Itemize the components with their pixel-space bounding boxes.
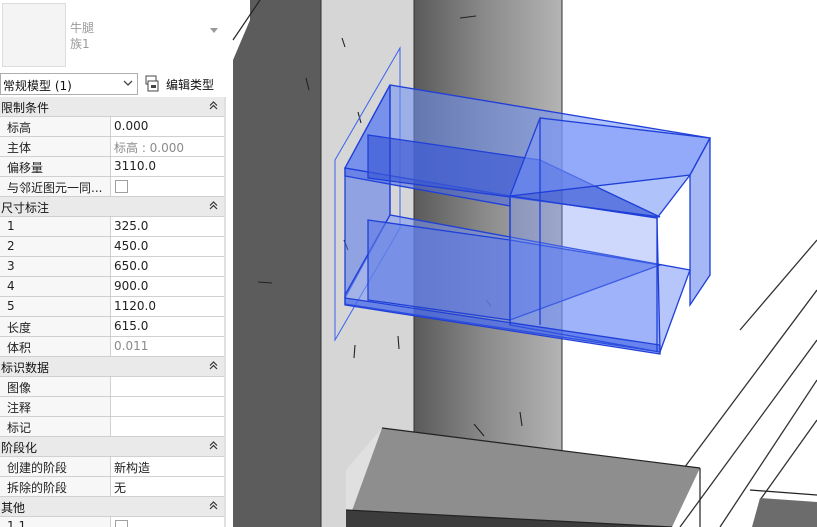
other-checkbox[interactable] <box>115 520 128 527</box>
property-row-dim-4[interactable]: 4 900.0 <box>0 277 224 297</box>
properties-panel: 牛腿 族1 常规模型 (1) 编辑类型 限制条件 标高 0.000 主体 标高 … <box>0 0 226 527</box>
property-value-field[interactable] <box>111 517 224 527</box>
property-row-dim-1[interactable]: 1 325.0 <box>0 217 224 237</box>
property-value-field[interactable] <box>111 417 224 436</box>
group-title: 限制条件 <box>1 101 50 115</box>
type-selector[interactable]: 牛腿族1 <box>0 0 226 72</box>
property-value-readonly: 标高 : 0.000 <box>111 137 224 156</box>
property-value-field[interactable]: 0.000 <box>111 117 224 136</box>
property-name: 创建的阶段 <box>0 457 111 476</box>
property-value-field[interactable]: 615.0 <box>111 317 224 336</box>
property-row-phase-created[interactable]: 创建的阶段 新构造 <box>0 457 224 477</box>
group-title: 其他 <box>1 501 26 515</box>
3d-viewport[interactable] <box>229 0 817 527</box>
type-dropdown-arrow-icon[interactable] <box>210 28 218 33</box>
group-phasing[interactable]: 阶段化 <box>0 437 224 457</box>
property-row-dim-3[interactable]: 3 650.0 <box>0 257 224 277</box>
category-filter-select[interactable]: 常规模型 (1) <box>0 73 138 95</box>
collapse-icon[interactable] <box>209 361 218 370</box>
group-other[interactable]: 其他 <box>0 497 224 517</box>
property-name: 注释 <box>0 397 111 416</box>
collapse-icon[interactable] <box>209 201 218 210</box>
property-name: 长度 <box>0 317 111 336</box>
type-preview-thumbnail <box>2 3 66 67</box>
property-value-field[interactable]: 325.0 <box>111 217 224 236</box>
3d-model-canvas[interactable] <box>229 0 817 527</box>
family-name-line2: 族1 <box>70 37 90 51</box>
category-filter-value: 常规模型 (1) <box>3 79 72 93</box>
property-row-phase-demolished[interactable]: 拆除的阶段 无 <box>0 477 224 497</box>
family-name-line1: 牛腿 <box>70 21 95 35</box>
property-name: 1 <box>0 217 111 236</box>
instance-selector-row: 常规模型 (1) 编辑类型 <box>0 73 226 97</box>
group-constraints[interactable]: 限制条件 <box>0 97 224 117</box>
edit-type-button[interactable]: 编辑类型 <box>143 73 223 95</box>
property-row-other-1[interactable]: 1.1 <box>0 517 224 527</box>
property-name: 4 <box>0 277 111 296</box>
property-name: 拆除的阶段 <box>0 477 111 496</box>
property-row-dim-5[interactable]: 5 1120.0 <box>0 297 224 317</box>
family-type-name: 牛腿族1 <box>70 20 94 52</box>
property-value-field[interactable]: 新构造 <box>111 457 224 476</box>
property-row-volume[interactable]: 体积 0.011 <box>0 337 224 357</box>
group-title: 阶段化 <box>1 441 38 455</box>
property-row-image[interactable]: 图像 <box>0 377 224 397</box>
property-name: 主体 <box>0 137 111 156</box>
property-value-field[interactable] <box>111 377 224 396</box>
property-value-field[interactable] <box>111 177 224 196</box>
property-name: 图像 <box>0 377 111 396</box>
chevron-down-icon <box>123 80 133 86</box>
property-row-dim-2[interactable]: 2 450.0 <box>0 237 224 257</box>
property-value-readonly: 0.011 <box>111 337 224 356</box>
property-row-move-with-nearby[interactable]: 与邻近图元一同... <box>0 177 224 197</box>
property-row-host[interactable]: 主体 标高 : 0.000 <box>0 137 224 157</box>
property-row-comments[interactable]: 注释 <box>0 397 224 417</box>
group-title: 尺寸标注 <box>1 201 50 215</box>
group-title: 标识数据 <box>1 361 50 375</box>
property-value-field[interactable]: 650.0 <box>111 257 224 276</box>
property-name: 标高 <box>0 117 111 136</box>
property-name: 1.1 <box>0 517 111 527</box>
property-value-field[interactable]: 无 <box>111 477 224 496</box>
property-row-offset[interactable]: 偏移量 3110.0 <box>0 157 224 177</box>
wall-left-dark <box>233 0 321 527</box>
property-row-level[interactable]: 标高 0.000 <box>0 117 224 137</box>
property-value-field[interactable]: 3110.0 <box>111 157 224 176</box>
property-row-length[interactable]: 长度 615.0 <box>0 317 224 337</box>
property-name: 3 <box>0 257 111 276</box>
property-grid: 限制条件 标高 0.000 主体 标高 : 0.000 偏移量 3110.0 与… <box>0 97 224 527</box>
property-value-field[interactable]: 450.0 <box>111 237 224 256</box>
property-name: 体积 <box>0 337 111 356</box>
group-identity-data[interactable]: 标识数据 <box>0 357 224 377</box>
property-value-field[interactable]: 1120.0 <box>111 297 224 316</box>
property-name: 偏移量 <box>0 157 111 176</box>
property-name: 标记 <box>0 417 111 436</box>
property-name: 2 <box>0 237 111 256</box>
edit-type-label: 编辑类型 <box>166 78 215 92</box>
property-name: 与邻近图元一同... <box>0 177 111 196</box>
move-with-nearby-checkbox[interactable] <box>115 180 128 193</box>
property-value-field[interactable]: 900.0 <box>111 277 224 296</box>
collapse-icon[interactable] <box>209 441 218 450</box>
property-name: 5 <box>0 297 111 316</box>
collapse-icon[interactable] <box>209 501 218 510</box>
group-dimensions[interactable]: 尺寸标注 <box>0 197 224 217</box>
collapse-icon[interactable] <box>209 101 218 110</box>
edit-type-icon <box>145 75 159 92</box>
property-value-field[interactable] <box>111 397 224 416</box>
property-row-mark[interactable]: 标记 <box>0 417 224 437</box>
panel-divider <box>224 97 226 527</box>
